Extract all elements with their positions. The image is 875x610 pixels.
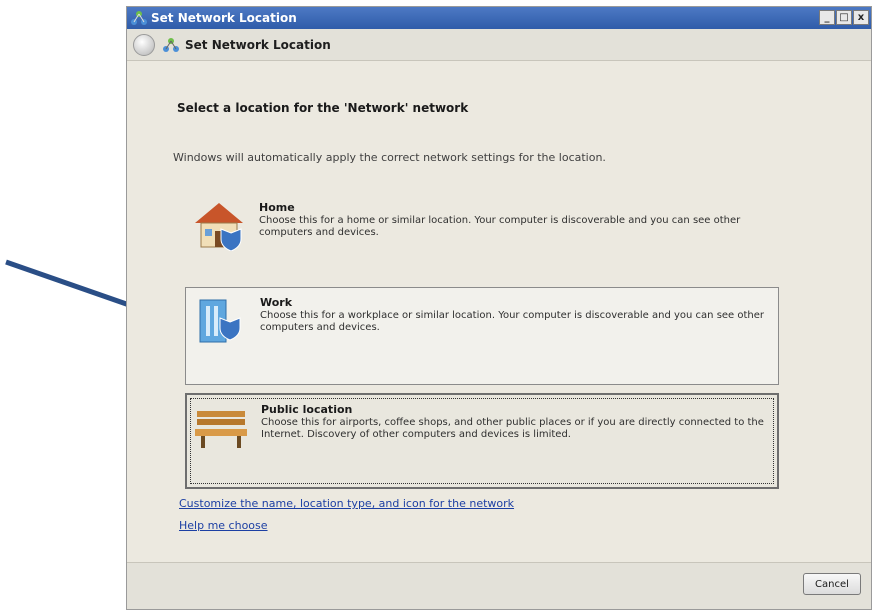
footer-bar: Cancel [127, 562, 871, 609]
nav-title: Set Network Location [185, 37, 331, 52]
option-work[interactable]: Work Choose this for a workplace or simi… [185, 287, 779, 385]
network-icon [131, 11, 147, 25]
option-work-description: Choose this for a workplace or similar l… [260, 310, 765, 333]
home-icon [195, 203, 243, 251]
window-title: Set Network Location [151, 11, 297, 25]
park-bench-icon [195, 411, 247, 448]
option-public-location[interactable]: Public location Choose this for airports… [185, 393, 779, 489]
customize-network-link[interactable]: Customize the name, location type, and i… [179, 497, 514, 510]
option-home-description: Choose this for a home or similar locati… [259, 215, 741, 238]
close-button[interactable]: x [853, 10, 869, 25]
page-description: Windows will automatically apply the cor… [173, 151, 606, 164]
network-icon [163, 37, 179, 52]
nav-bar: Set Network Location [127, 29, 871, 61]
option-home-label: Home [259, 201, 295, 214]
work-building-icon [199, 299, 241, 343]
option-work-label: Work [260, 296, 293, 309]
help-me-choose-link[interactable]: Help me choose [179, 519, 268, 532]
option-public-label: Public location [261, 403, 353, 416]
back-arrow-icon[interactable] [133, 33, 155, 56]
option-public-description: Choose this for airports, coffee shops, … [261, 417, 764, 440]
option-home[interactable]: Home Choose this for a home or similar l… [185, 193, 779, 273]
maximize-button[interactable]: □ [836, 10, 852, 25]
page-heading: Select a location for the 'Network' netw… [177, 101, 469, 115]
cancel-button[interactable]: Cancel [803, 573, 861, 595]
title-bar[interactable]: Set Network Location _ □ x [127, 7, 871, 29]
minimize-button[interactable]: _ [819, 10, 835, 25]
dialog-window: Set Network Location _ □ x Set Network L… [126, 6, 872, 610]
